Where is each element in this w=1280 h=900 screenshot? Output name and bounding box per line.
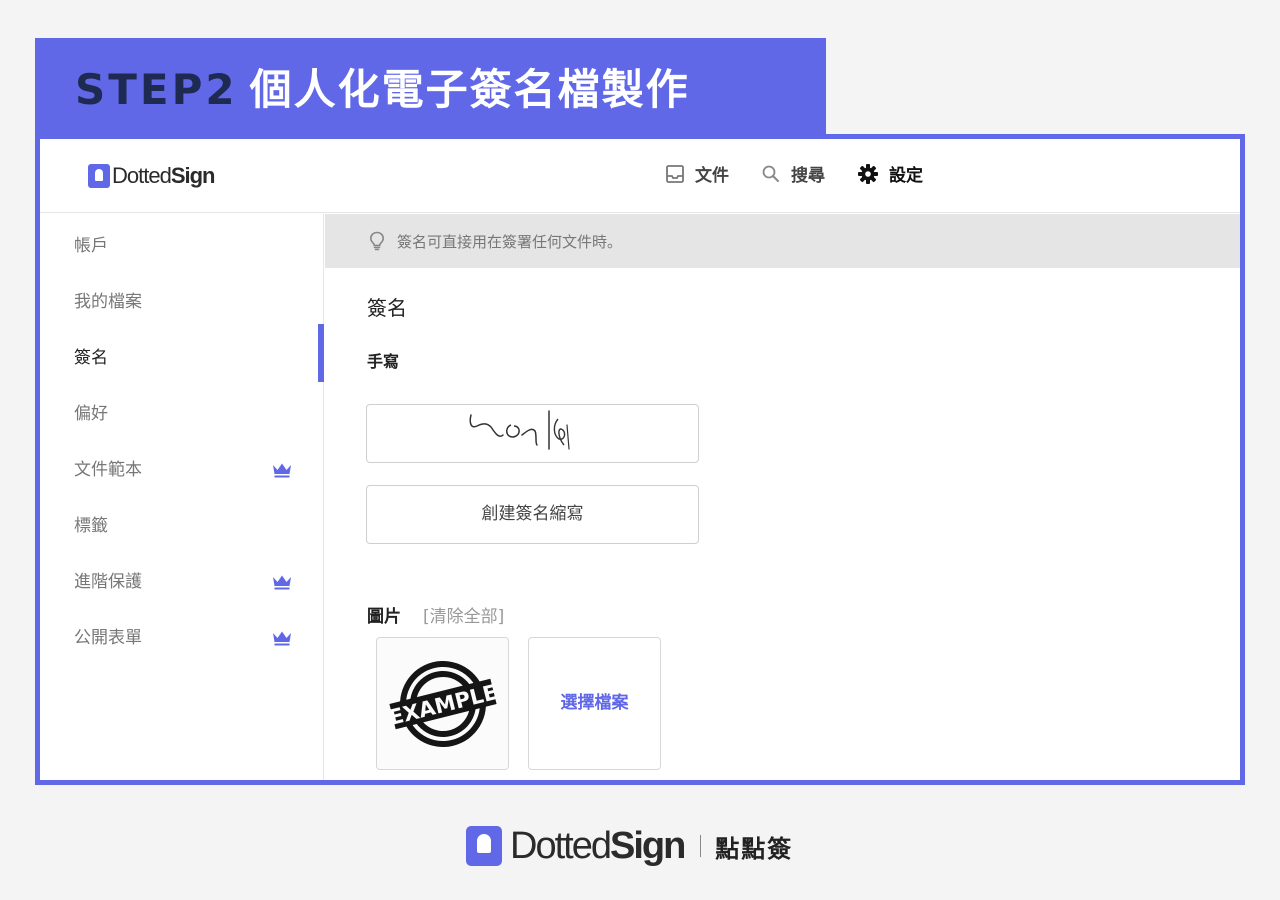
footer-brand-cn: 點點簽 <box>715 834 794 863</box>
banner-step: STEP2 <box>75 65 238 114</box>
logo-icon <box>466 826 502 866</box>
inbox-icon <box>666 164 684 183</box>
banner-heading: STEP2 個人化電子簽名檔製作 <box>75 62 690 118</box>
app-window: DottedSign 文件 搜尋 設定 帳戶 我的檔案 簽名 偏好 文件範本 標… <box>35 134 1245 785</box>
nav-documents-label: 文件 <box>695 166 729 186</box>
handwritten-label: 手寫 <box>367 352 400 371</box>
sidebar-item-account[interactable]: 帳戶 <box>74 231 274 261</box>
footer-divider <box>700 835 702 857</box>
nav-settings[interactable]: 設定 <box>857 161 923 186</box>
crown-icon <box>273 575 291 590</box>
banner-title: 個人化電子簽名檔製作 <box>249 65 690 114</box>
image-label: 圖片 <box>367 607 401 627</box>
handwritten-signature[interactable] <box>366 404 699 463</box>
settings-sidebar: 帳戶 我的檔案 簽名 偏好 文件範本 標籤 進階保護 公開表單 <box>40 214 324 780</box>
image-thumbnail[interactable]: EXAMPLE <box>376 637 509 770</box>
main-nav: 文件 搜尋 設定 <box>665 161 955 186</box>
crown-icon <box>273 463 291 478</box>
nav-settings-label: 設定 <box>889 166 923 186</box>
sidebar-item-signature[interactable]: 簽名 <box>74 343 274 373</box>
top-bar: DottedSign 文件 搜尋 設定 <box>40 139 1240 213</box>
signature-panel: 簽名 手寫 創建簽名縮寫 圖片 [清除全部] EXAMPLE 選擇檔案 <box>325 268 1240 780</box>
clear-all-link[interactable]: [清除全部] <box>423 602 504 627</box>
sidebar-item-advanced-protection[interactable]: 進階保護 <box>74 567 291 597</box>
step-banner: STEP2 個人化電子簽名檔製作 <box>35 38 826 138</box>
signature-drawing <box>469 410 570 450</box>
sidebar-item-templates[interactable]: 文件範本 <box>74 455 291 485</box>
section-title: 簽名 <box>367 296 407 320</box>
app-logo[interactable]: DottedSign <box>88 163 215 189</box>
nav-search-label: 搜尋 <box>791 166 825 186</box>
crown-icon <box>273 631 291 646</box>
nav-documents[interactable]: 文件 <box>665 161 729 186</box>
example-stamp-image: EXAMPLE <box>387 661 500 747</box>
tip-banner: 簽名可直接用在簽署任何文件時。 <box>325 214 1240 268</box>
sidebar-item-preferences[interactable]: 偏好 <box>74 399 274 429</box>
nav-search[interactable]: 搜尋 <box>761 161 825 186</box>
tip-text: 簽名可直接用在簽署任何文件時。 <box>397 232 623 251</box>
active-indicator <box>318 324 324 382</box>
gear-icon <box>858 163 878 184</box>
sidebar-item-tags[interactable]: 標籤 <box>74 511 274 541</box>
sidebar-item-my-files[interactable]: 我的檔案 <box>74 287 274 317</box>
logo-text: DottedSign <box>112 163 215 188</box>
create-initials-button[interactable]: 創建簽名縮寫 <box>366 485 699 544</box>
sidebar-item-public-forms[interactable]: 公開表單 <box>74 623 291 653</box>
logo-icon <box>88 164 110 188</box>
choose-file-button[interactable]: 選擇檔案 <box>528 637 661 770</box>
search-icon <box>762 165 779 182</box>
footer-brand: DottedSign 點點簽 <box>466 824 793 868</box>
lightbulb-icon <box>369 231 385 251</box>
footer-logo-text: DottedSign <box>510 825 686 867</box>
